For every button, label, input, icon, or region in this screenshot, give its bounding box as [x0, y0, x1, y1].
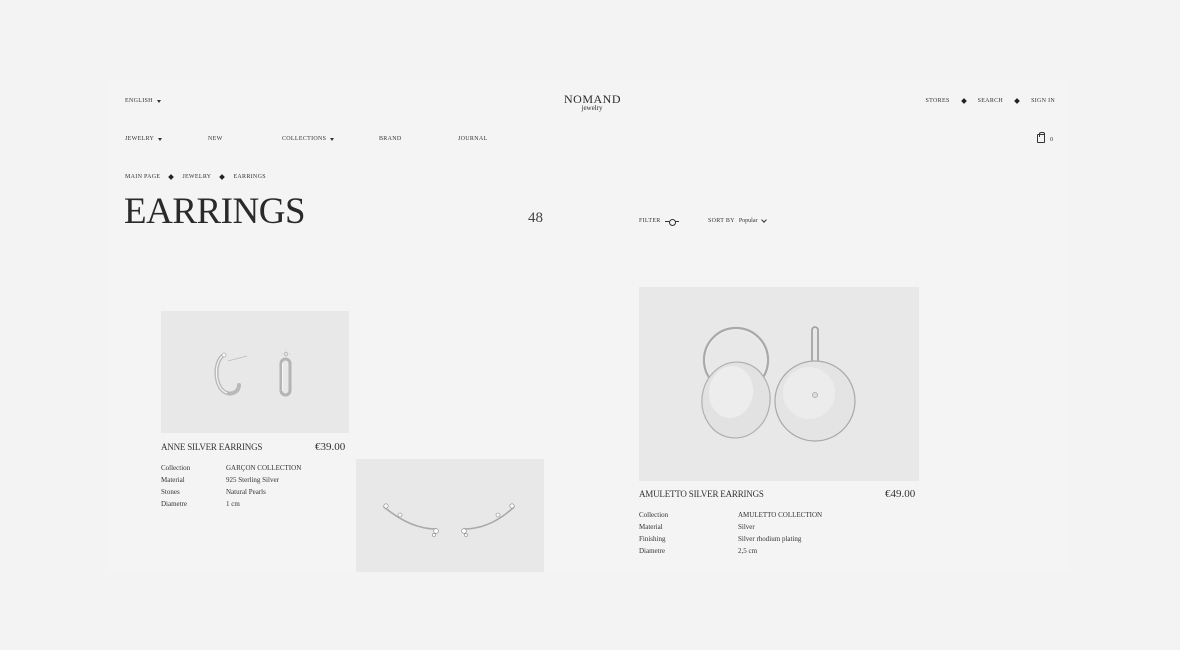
language-selector[interactable]: ENGLISH — [125, 98, 161, 104]
filter-label: FILTER — [639, 218, 661, 224]
spec-value: Natural Pearls — [226, 488, 266, 496]
page-container: ENGLISH NOMAND jewelry STORES SEARCH SIG… — [110, 80, 1070, 572]
logo-subtitle: jewelry — [581, 104, 603, 112]
spec-label: Material — [639, 523, 663, 531]
breadcrumb: MAIN PAGE JEWELRY EARRINGS — [125, 174, 266, 180]
spec-label: Diametre — [639, 547, 666, 555]
disc-earrings-image — [701, 326, 856, 442]
sort-label: SORT BY — [708, 218, 735, 224]
spec-label: Collection — [639, 511, 669, 519]
cart-count: 0 — [1050, 137, 1053, 143]
spec-value: 1 cm — [226, 500, 240, 508]
top-links: STORES SEARCH SIGN IN — [926, 98, 1055, 104]
spec-value: 2,5 cm — [738, 547, 758, 555]
filter-button[interactable]: FILTER — [639, 218, 679, 226]
product-name[interactable]: ANNE SILVER EARRINGS — [161, 442, 262, 452]
breadcrumb-earrings: EARRINGS — [233, 174, 266, 180]
product-image-anne[interactable] — [161, 311, 349, 433]
spec-label: Stones — [161, 488, 180, 496]
chevron-down-icon — [761, 216, 768, 223]
product-image-amuletto[interactable] — [639, 287, 919, 481]
product-image-climber[interactable] — [356, 459, 544, 572]
diamond-separator-icon — [1014, 98, 1020, 104]
spec-value: GARÇON COLLECTION — [226, 464, 302, 472]
spec-value: 925 Sterling Silver — [226, 476, 279, 484]
climber-earrings-image — [383, 503, 515, 537]
breadcrumb-main-page[interactable]: MAIN PAGE — [125, 174, 160, 180]
search-link[interactable]: SEARCH — [978, 98, 1003, 104]
nav-item-jewelry[interactable]: JEWELRY — [125, 136, 163, 142]
product-specs: Collection AMULETTO COLLECTION Material … — [639, 511, 822, 556]
sign-in-link[interactable]: SIGN IN — [1031, 98, 1055, 104]
page-title: EARRINGS — [124, 191, 306, 232]
sort-value: Popular — [738, 218, 758, 224]
spec-label: Material — [161, 476, 185, 484]
spec-label: Collection — [161, 464, 191, 472]
diamond-separator-icon — [219, 174, 226, 180]
diamond-separator-icon — [168, 174, 175, 180]
logo[interactable]: NOMAND jewelry — [564, 93, 621, 112]
hoop-earrings-image — [214, 349, 292, 397]
nav-item-journal[interactable]: JOURNAL — [458, 136, 487, 142]
main-nav: JEWELRY — [125, 136, 163, 142]
nav-item-collections[interactable]: COLLECTIONS — [282, 136, 335, 142]
nav-label: COLLECTIONS — [282, 136, 327, 142]
breadcrumb-jewelry[interactable]: JEWELRY — [182, 174, 211, 180]
product-price: €49.00 — [885, 488, 916, 500]
product-specs: Collection GARÇON COLLECTION Material 92… — [161, 464, 301, 509]
cart-button[interactable]: 0 — [1037, 132, 1053, 143]
nav-item-brand[interactable]: BRAND — [379, 136, 402, 142]
spec-label: Diametre — [161, 500, 188, 508]
chevron-down-icon — [330, 137, 335, 141]
language-label: ENGLISH — [125, 98, 153, 104]
product-name[interactable]: AMULETTO SILVER EARRINGS — [639, 489, 764, 499]
nav-label: JEWELRY — [125, 136, 155, 142]
diamond-separator-icon — [960, 98, 967, 104]
product-price: €39.00 — [315, 441, 346, 453]
spec-value: AMULETTO COLLECTION — [738, 511, 823, 519]
spec-value: Silver — [738, 523, 755, 531]
spec-label: Finishing — [639, 535, 666, 543]
shopping-bag-icon — [1037, 132, 1045, 143]
spec-value: Silver rhodium plating — [738, 535, 802, 543]
nav-item-new[interactable]: NEW — [208, 136, 223, 142]
chevron-down-icon — [158, 137, 163, 141]
chevron-down-icon — [156, 99, 161, 103]
sort-dropdown[interactable]: SORT BY Popular — [708, 216, 768, 224]
filter-slider-icon — [664, 218, 679, 226]
product-count: 48 — [528, 210, 543, 226]
stores-link[interactable]: STORES — [926, 98, 950, 104]
